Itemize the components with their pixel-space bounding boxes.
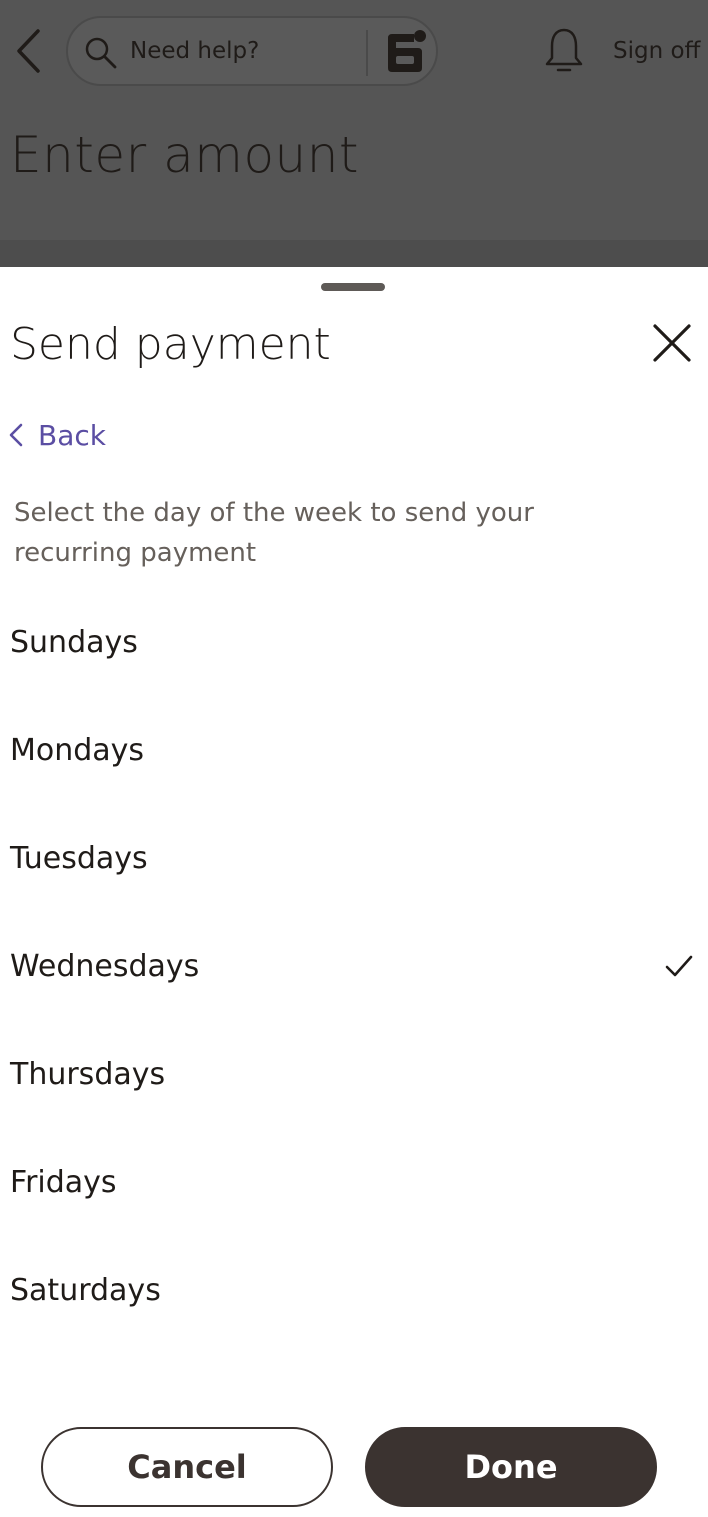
day-option-thursdays[interactable]: Thursdays <box>0 1020 708 1128</box>
sign-off-link[interactable]: Sign off <box>613 38 700 64</box>
close-icon[interactable] <box>648 319 696 367</box>
day-option-label: Tuesdays <box>10 840 148 876</box>
assistant-icon[interactable] <box>378 26 432 80</box>
cancel-button[interactable]: Cancel <box>41 1427 333 1507</box>
day-option-label: Saturdays <box>10 1272 161 1308</box>
search-placeholder[interactable]: Need help? <box>130 38 259 64</box>
bottom-sheet: Send payment Back Select the day of the … <box>0 267 708 1517</box>
day-option-mondays[interactable]: Mondays <box>0 696 708 804</box>
help-search-bar[interactable]: Need help? <box>66 16 438 86</box>
drag-handle[interactable] <box>321 283 385 291</box>
app-header: Need help? Sign off Enter amount <box>0 0 708 240</box>
back-link[interactable]: Back <box>6 415 106 455</box>
day-option-wednesdays[interactable]: Wednesdays <box>0 912 708 1020</box>
day-of-week-list: Sundays Mondays Tuesdays Wednesdays Thur… <box>0 588 708 1344</box>
day-option-label: Sundays <box>10 624 138 660</box>
day-option-sundays[interactable]: Sundays <box>0 588 708 696</box>
back-link-label: Back <box>38 418 106 452</box>
search-divider <box>366 30 368 76</box>
day-option-label: Mondays <box>10 732 145 768</box>
search-icon <box>85 37 117 69</box>
day-option-saturdays[interactable]: Saturdays <box>0 1236 708 1344</box>
day-option-label: Thursdays <box>10 1056 166 1092</box>
done-button[interactable]: Done <box>365 1427 657 1507</box>
checkmark-icon <box>665 955 693 977</box>
screen: Need help? Sign off Enter amount Send pa… <box>0 0 708 1517</box>
bell-icon[interactable] <box>544 26 584 74</box>
chevron-left-icon <box>17 29 40 73</box>
header-back-button[interactable] <box>8 24 48 78</box>
chevron-left-icon <box>9 423 23 447</box>
day-option-fridays[interactable]: Fridays <box>0 1128 708 1236</box>
day-option-label: Fridays <box>10 1164 117 1200</box>
day-option-tuesdays[interactable]: Tuesdays <box>0 804 708 912</box>
page-title: Enter amount <box>10 126 360 184</box>
instructions-text: Select the day of the week to send your … <box>14 498 534 568</box>
sheet-title: Send payment <box>10 319 331 370</box>
day-option-label: Wednesdays <box>10 948 200 984</box>
